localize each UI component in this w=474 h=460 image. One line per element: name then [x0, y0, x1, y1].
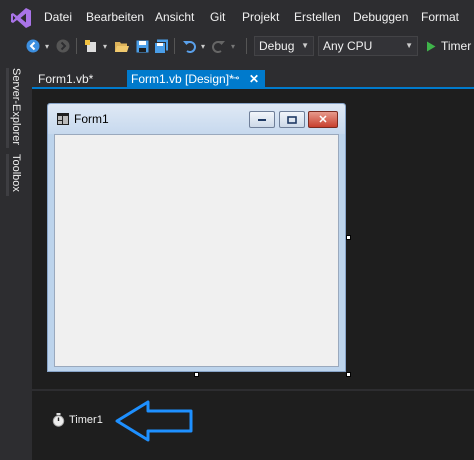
save-button[interactable] [133, 34, 151, 58]
pin-icon[interactable]: ⊸ [231, 70, 239, 88]
toolbar: ▾ ▾ ▾ ▾ Debug ▼ Any CPU ▼ Timer [0, 34, 474, 58]
open-folder-icon [114, 41, 129, 52]
resize-handle-corner[interactable] [346, 372, 351, 377]
form-window[interactable]: Form1 ✕ [47, 103, 346, 372]
save-icon [136, 40, 148, 52]
toolbox-tab[interactable]: Toolbox [10, 154, 22, 192]
close-icon: ✕ [318, 114, 328, 126]
menu-bar: Datei Bearbeiten Ansicht Git Projekt Ers… [0, 0, 474, 34]
menu-projekt[interactable]: Projekt [242, 0, 279, 34]
menu-debuggen[interactable]: Debuggen [353, 0, 408, 34]
form-client-area[interactable] [54, 134, 339, 367]
menu-git[interactable]: Git [210, 0, 225, 34]
undo-icon [183, 41, 196, 53]
open-button[interactable] [112, 34, 130, 58]
arrow-annotation-icon [115, 400, 193, 442]
menu-erstellen[interactable]: Erstellen [294, 0, 341, 34]
menu-ansicht[interactable]: Ansicht [155, 0, 194, 34]
resize-handle-right[interactable] [346, 235, 351, 240]
minimize-button[interactable] [249, 111, 275, 128]
tab-form1-code[interactable]: Form1.vb* [32, 71, 99, 88]
platform-combo[interactable]: Any CPU ▼ [318, 36, 418, 56]
undo-button[interactable] [180, 34, 198, 58]
redo-icon [212, 41, 225, 53]
config-combo[interactable]: Debug ▼ [254, 36, 314, 56]
timer-icon [52, 413, 65, 427]
menu-datei[interactable]: Datei [44, 0, 72, 34]
forward-icon [56, 39, 70, 53]
document-tabs: Form1.vb* Form1.vb [Design]* ⊸ ✕ [32, 58, 474, 88]
tab-form1-design[interactable]: Form1.vb [Design]* ⊸ ✕ [127, 70, 265, 88]
vs-logo-icon[interactable] [10, 7, 32, 29]
tab-indicator [6, 154, 9, 196]
server-explorer-tab[interactable]: Server-Explorer [10, 68, 22, 145]
close-icon[interactable]: ✕ [249, 70, 259, 88]
form-close-button[interactable]: ✕ [308, 111, 338, 128]
forward-button[interactable] [54, 34, 72, 58]
start-button[interactable]: Timer [426, 34, 474, 58]
start-icon [427, 41, 436, 51]
side-panel-tabs: Server-Explorer Toolbox [0, 58, 32, 460]
timer1-label: Timer1 [69, 414, 103, 426]
maximize-button[interactable] [279, 111, 305, 128]
toolbar-separator [174, 38, 175, 54]
resize-handle-bottom[interactable] [194, 372, 199, 377]
redo-dropdown-icon[interactable]: ▾ [229, 34, 237, 58]
form-caption-bar: Form1 ✕ [48, 104, 345, 134]
component-tray: Timer1 [32, 391, 474, 460]
chevron-down-icon: ▼ [301, 41, 309, 50]
toolbar-separator [246, 38, 247, 54]
maximize-icon [287, 115, 297, 124]
form-title: Form1 [74, 112, 109, 126]
new-dropdown-icon[interactable]: ▾ [101, 34, 109, 58]
minimize-icon [258, 118, 266, 121]
menu-format[interactable]: Format [421, 0, 459, 34]
back-icon [26, 39, 40, 53]
chevron-down-icon: ▼ [405, 41, 413, 50]
platform-combo-value: Any CPU [323, 39, 373, 53]
redo-button[interactable] [210, 34, 228, 58]
start-label: Timer [441, 39, 472, 53]
undo-dropdown-icon[interactable]: ▾ [199, 34, 207, 58]
new-project-button[interactable] [82, 34, 100, 58]
save-all-button[interactable] [152, 34, 170, 58]
save-all-icon [153, 39, 168, 54]
timer1-component[interactable]: Timer1 [52, 411, 103, 429]
tab-label: Form1.vb [Design]* [131, 72, 234, 86]
back-dropdown-icon[interactable]: ▾ [43, 34, 51, 58]
menu-bearbeiten[interactable]: Bearbeiten [86, 0, 144, 34]
new-project-icon [85, 40, 96, 52]
tab-indicator [6, 68, 9, 148]
toolbar-separator [76, 38, 77, 54]
back-button[interactable] [24, 34, 42, 58]
config-combo-value: Debug [259, 39, 295, 53]
form-icon [57, 113, 69, 125]
